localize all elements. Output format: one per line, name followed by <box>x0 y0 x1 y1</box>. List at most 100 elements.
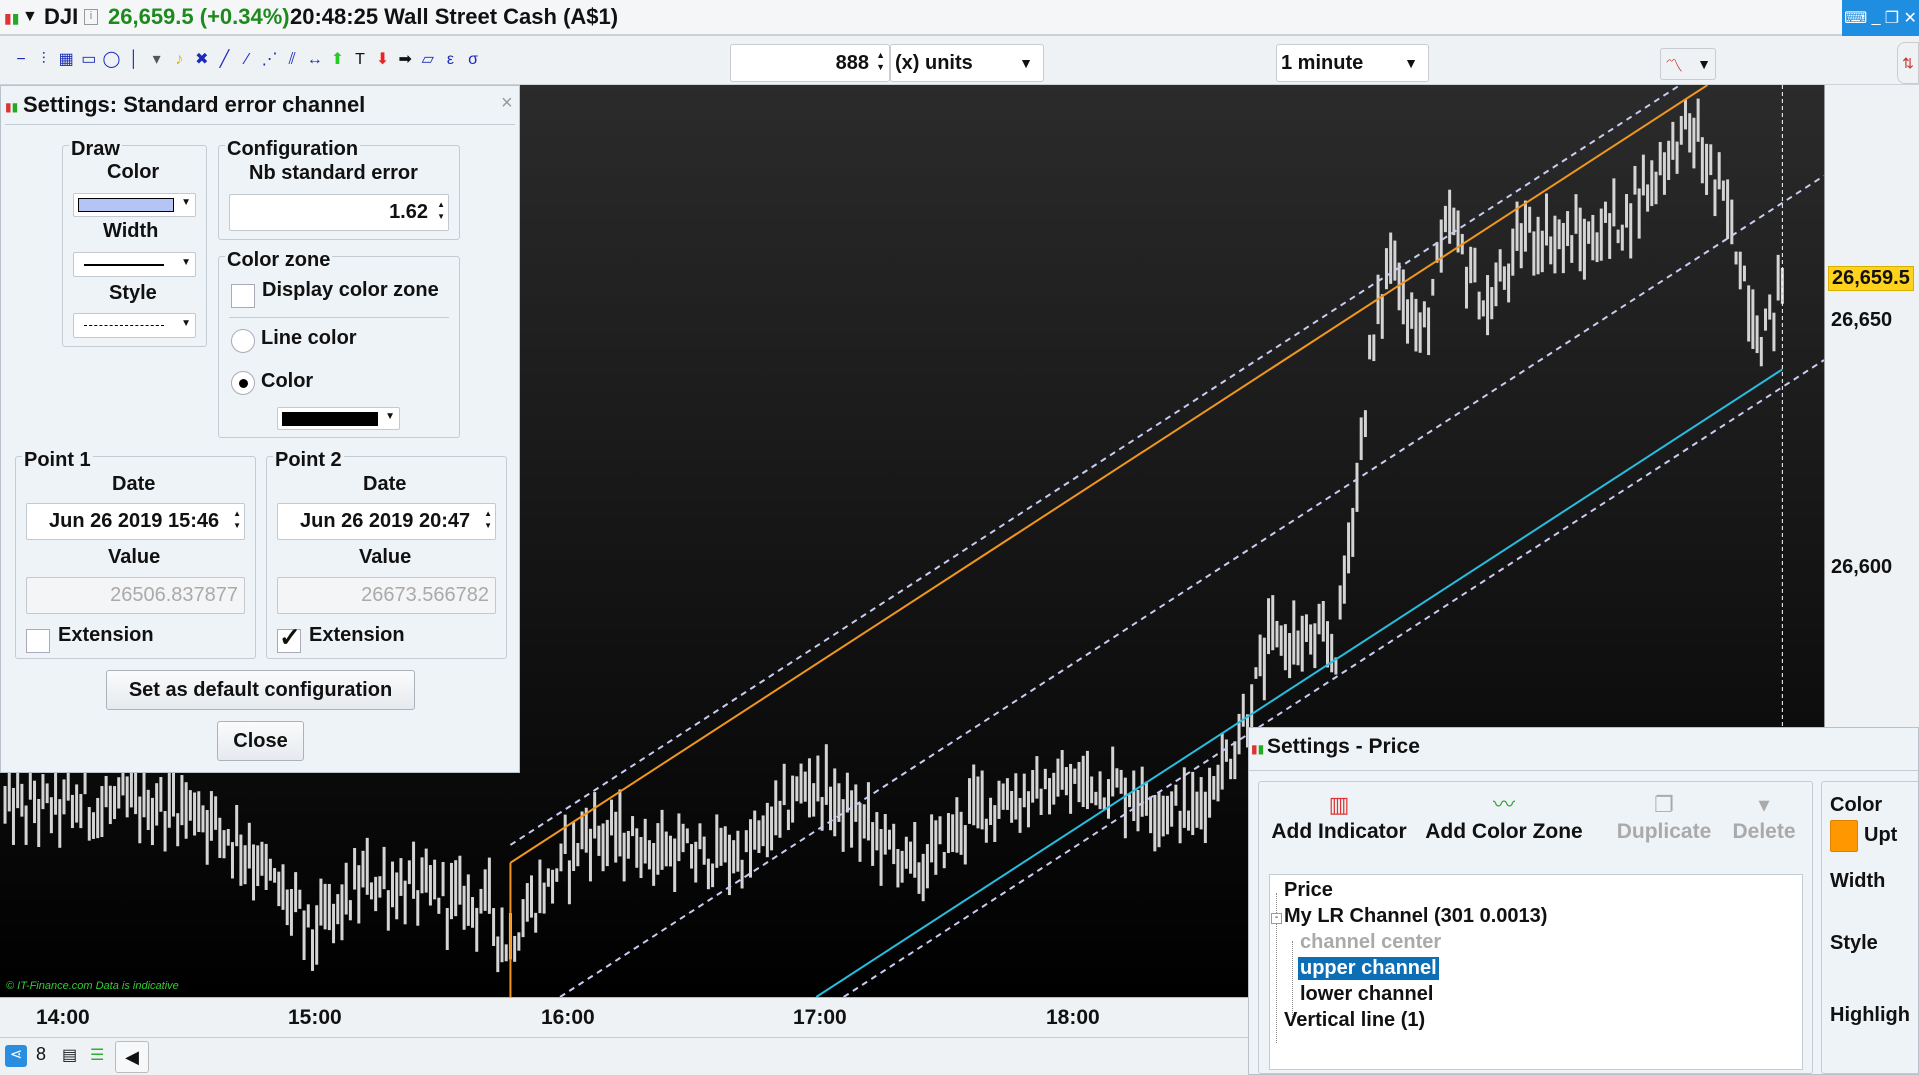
symbol-dropdown-icon[interactable]: ▼ <box>22 8 38 26</box>
add-color-zone-button[interactable]: 〰 Add Color Zone <box>1424 790 1584 865</box>
ruler-icon[interactable]: ▱ <box>417 48 439 72</box>
price-bar <box>1561 222 1565 274</box>
color-radio[interactable] <box>231 371 255 395</box>
tree-item-lower-channel[interactable]: lower channel <box>1298 983 1435 1006</box>
point2-extension-checkbox[interactable]: ✓ <box>277 622 301 653</box>
point2-value-input[interactable]: 26673.566782 <box>277 577 496 614</box>
price-bar <box>719 827 723 866</box>
line-width-select[interactable]: ▼ <box>73 252 196 277</box>
sigma-channel-icon[interactable]: σ <box>462 48 484 72</box>
vertical-line-icon[interactable]: │ <box>123 48 145 72</box>
style-label: Style <box>109 282 157 304</box>
duplicate-icon: ❐ <box>1654 792 1674 817</box>
text-note-icon[interactable]: T <box>349 48 371 72</box>
chart-type-dropdown[interactable]: 〽 ▼ <box>1660 48 1716 80</box>
price-bar <box>230 842 234 879</box>
display-color-zone-checkbox[interactable] <box>231 284 255 308</box>
share-icon[interactable]: ⋖ <box>5 1045 27 1067</box>
tree-item-vertical-line[interactable]: Vertical line (1) <box>1282 1009 1427 1032</box>
close-icon[interactable]: ✕ <box>1903 8 1916 28</box>
collapse-icon[interactable]: - <box>1271 913 1282 924</box>
chevron-down-icon: ▼ <box>181 197 191 208</box>
keyboard-icon[interactable]: ⌨ <box>1844 8 1867 28</box>
vertical-range-icon[interactable]: ⫶ <box>33 48 55 72</box>
line-color-radio[interactable] <box>231 329 255 353</box>
price-bar <box>1077 761 1081 803</box>
tree-item-upper-channel[interactable]: upper channel <box>1298 957 1439 980</box>
close-button[interactable]: Close <box>217 721 304 761</box>
price-bar <box>256 845 260 887</box>
nb-standard-error-input[interactable]: 1.62 ▲ ▼ <box>229 194 449 231</box>
sell-arrow-icon[interactable]: ⬇ <box>372 48 394 72</box>
trash-icon[interactable]: ▾ <box>146 48 168 72</box>
layers-icon[interactable]: ☰ <box>90 1045 104 1065</box>
price-bar <box>829 786 833 831</box>
indicator-draw-icon[interactable]: ▦ <box>55 48 77 72</box>
restore-icon[interactable]: ❐ <box>1885 8 1899 28</box>
tools-settings-icon[interactable]: ✖ <box>191 48 213 72</box>
point2-date-input[interactable]: Jun 26 2019 20:47 ▲ ▼ <box>277 503 496 540</box>
price-bar <box>942 851 946 869</box>
duplicate-button[interactable]: ❐ Duplicate <box>1604 790 1724 865</box>
segment-icon[interactable]: ⁄ <box>236 48 258 72</box>
tree-item-channel-center[interactable]: channel center <box>1298 931 1443 954</box>
color-swatch[interactable] <box>1830 820 1858 852</box>
parallel-lines-icon[interactable]: ⫽ <box>281 48 303 72</box>
price-bar <box>475 907 479 952</box>
alert-bell-icon[interactable]: ♪ <box>168 48 190 72</box>
price-bar <box>386 890 390 931</box>
point1-value-input[interactable]: 26506.837877 <box>26 577 245 614</box>
price-bar <box>1603 201 1607 223</box>
dotted-segment-icon[interactable]: ⋰ <box>259 48 281 72</box>
value-text: 26673.566782 <box>361 584 489 606</box>
info-icon[interactable]: i <box>84 9 98 25</box>
close-icon[interactable]: × <box>501 92 513 115</box>
buy-arrow-icon[interactable]: ⬆ <box>326 48 348 72</box>
tree-item-price[interactable]: Price <box>1282 879 1335 902</box>
period-dropdown[interactable]: 1 minute ▼ <box>1276 44 1429 82</box>
units-dropdown[interactable]: (x) units ▼ <box>890 44 1044 82</box>
elements-tree[interactable]: Price - My LR Channel (301 0.0013) chann… <box>1269 874 1803 1070</box>
spinner-icon[interactable]: ▲ ▼ <box>484 508 492 532</box>
price-bar <box>117 777 121 809</box>
point1-date-input[interactable]: Jun 26 2019 15:46 ▲ ▼ <box>26 503 245 540</box>
delete-button[interactable]: ▾ Delete <box>1719 790 1809 865</box>
epsilon-channel-icon[interactable]: ε <box>439 48 461 72</box>
time-axis[interactable]: 14:00 15:00 16:00 17:00 18:00 <box>0 997 1248 1037</box>
symbol-label[interactable]: DJI <box>44 4 78 30</box>
price-bar <box>1283 624 1287 671</box>
line-color-picker[interactable]: ▼ <box>73 193 196 217</box>
ellipse-icon[interactable]: ◯ <box>100 48 122 72</box>
add-indicator-button[interactable]: ▥ Add Indicator <box>1269 790 1409 865</box>
rectangle-icon[interactable]: ▭ <box>78 48 100 72</box>
trend-line-icon[interactable]: ╱ <box>213 48 235 72</box>
price-bar <box>1035 756 1039 799</box>
zone-color-picker[interactable]: ▼ <box>277 407 400 430</box>
horizontal-line-icon[interactable]: − <box>10 48 32 72</box>
list-icon[interactable]: ▤ <box>62 1045 77 1065</box>
tree-item-lr-channel[interactable]: My LR Channel (301 0.0013) <box>1282 905 1549 928</box>
spinner-icon[interactable]: ▲ ▼ <box>233 508 241 532</box>
right-arrow-icon[interactable]: ➡ <box>394 48 416 72</box>
minimize-icon[interactable]: _ <box>1872 9 1881 27</box>
horizontal-segment-icon[interactable]: ↔ <box>304 48 326 72</box>
line-style-select[interactable]: ▼ <box>73 313 196 338</box>
price-bar <box>184 782 188 839</box>
spinner-icon[interactable]: ▲ ▼ <box>437 199 445 223</box>
scroll-left-button[interactable]: ◀ <box>115 1041 149 1073</box>
price-bar <box>1203 791 1207 844</box>
point1-extension-checkbox[interactable] <box>26 629 50 653</box>
price-bar <box>740 859 744 889</box>
price-bar <box>1587 221 1591 244</box>
set-default-button[interactable]: Set as default configuration <box>106 670 415 710</box>
units-input[interactable]: 888 ▲ ▼ <box>730 44 890 82</box>
value-label: Value <box>108 546 161 568</box>
link-icon[interactable]: 8 <box>36 1044 46 1065</box>
price-bar <box>281 864 285 910</box>
price-bar <box>605 819 609 867</box>
price-bar <box>1578 207 1582 272</box>
panel-toggle-icon[interactable]: ⇅ <box>1897 42 1919 84</box>
units-spinner[interactable]: ▲ ▼ <box>876 49 885 73</box>
price-bar <box>1208 767 1212 818</box>
price-bar <box>1747 285 1751 342</box>
